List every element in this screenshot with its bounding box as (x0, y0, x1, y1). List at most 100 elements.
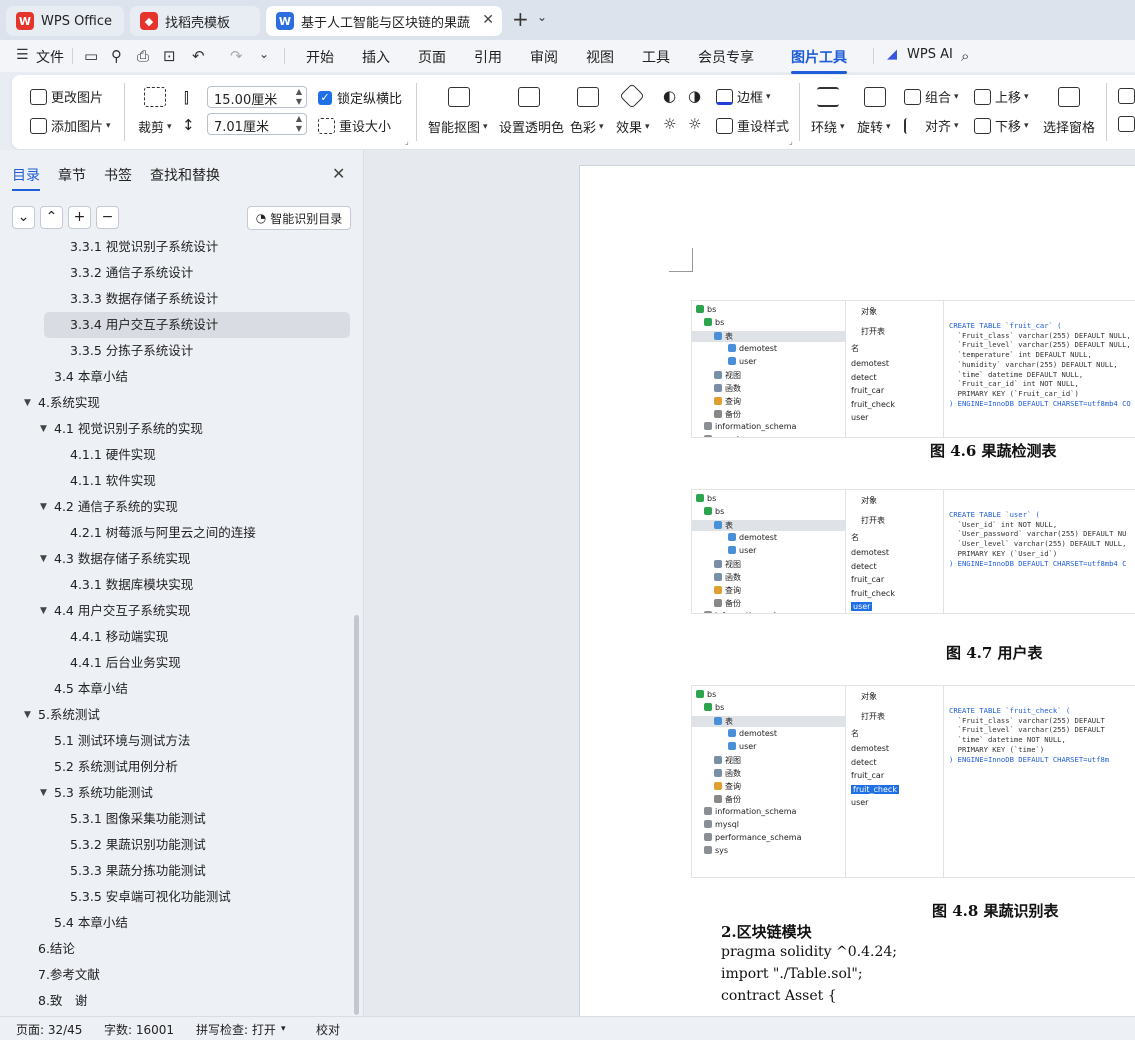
color-icon[interactable] (577, 87, 599, 107)
tree-node[interactable]: 查询 (714, 781, 741, 792)
figure-image[interactable]: bsbs表demotestuser视图函数查询备份information_sch… (691, 300, 1135, 438)
print-icon[interactable]: ⎙ (137, 47, 149, 65)
object-item[interactable]: fruit_check (851, 784, 899, 794)
object-item[interactable]: fruit_car (851, 575, 884, 584)
figure-image[interactable]: bsbs表demotestuser视图函数查询备份information_sch… (691, 489, 1135, 614)
toc-item[interactable]: 6.结论 (38, 936, 75, 962)
tab-find-replace[interactable]: 查找和替换 (150, 165, 220, 185)
page-count[interactable]: 页面: 32/45 (16, 1021, 82, 1038)
save-icon[interactable]: ▭ (84, 47, 98, 65)
toc-item[interactable]: 4.3 数据存储子系统实现 (54, 546, 190, 572)
toc-item[interactable]: 4.1.1 硬件实现 (70, 442, 156, 468)
tree-node[interactable]: 表 (692, 331, 846, 342)
tree-node[interactable]: user (728, 357, 756, 366)
tree-node[interactable]: bs (696, 494, 716, 503)
expand-arrow-icon[interactable]: ▼ (40, 788, 47, 798)
tree-node[interactable]: bs (696, 690, 716, 699)
more-icon[interactable] (1118, 88, 1135, 104)
width-input[interactable]: 15.00厘米 ▲ ▼ (207, 86, 307, 108)
tree-node[interactable]: demotest (728, 729, 777, 738)
wrap-button[interactable]: 环绕 ▾ (811, 117, 845, 136)
object-item[interactable]: demotest (851, 744, 889, 753)
open-table-button[interactable]: 打开表 (861, 711, 885, 722)
tree-node[interactable]: 表 (692, 716, 846, 727)
tree-node[interactable]: mysql (704, 820, 739, 829)
tree-node[interactable]: 视图 (714, 370, 741, 381)
spin-arrows-icon[interactable]: ▲ ▼ (296, 114, 302, 134)
bring-forward-button[interactable]: 上移 ▾ (974, 87, 1029, 106)
tree-node[interactable]: information_schema (704, 807, 796, 816)
add-heading-icon[interactable]: + (68, 206, 91, 229)
tab-toc[interactable]: 目录 (12, 165, 40, 191)
expand-arrow-icon[interactable]: ▼ (40, 424, 47, 434)
menu-review[interactable]: 审阅 (530, 47, 558, 67)
crop-icon[interactable] (144, 87, 166, 107)
toc-item[interactable]: 5.3 系统功能测试 (54, 780, 153, 806)
toc-item[interactable]: 4.3.1 数据库模块实现 (70, 572, 193, 598)
reset-style-button[interactable]: 重设样式 (716, 116, 789, 135)
menu-file[interactable]: 文件 (36, 47, 64, 67)
more-quick-icon[interactable]: ⌄ (259, 47, 269, 61)
rotate-icon[interactable] (864, 87, 886, 107)
height-input[interactable]: 7.01厘米 ▲ ▼ (207, 113, 307, 135)
toc-item[interactable]: 7.参考文献 (38, 962, 100, 988)
figure-image[interactable]: bsbs表demotestuser视图函数查询备份information_sch… (691, 685, 1135, 878)
resize-button[interactable]: 重设大小 (318, 116, 391, 135)
select-pane-button[interactable]: 选择窗格 (1043, 117, 1095, 136)
toc-item[interactable]: 3.3.1 视觉识别子系统设计 (70, 240, 218, 260)
object-item[interactable]: detect (851, 373, 877, 382)
object-item[interactable]: user (851, 798, 868, 807)
smart-toc-button[interactable]: ◔ 智能识别目录 (247, 206, 351, 230)
toc-item[interactable]: 4.5 本章小结 (54, 676, 128, 702)
expand-dialog-icon[interactable]: ⌟ (405, 137, 409, 146)
expand-arrow-icon[interactable]: ▼ (24, 710, 31, 720)
object-item[interactable]: fruit_car (851, 771, 884, 780)
contrast-icon[interactable]: ◑ (688, 87, 701, 105)
toc-item[interactable]: 3.3.5 分拣子系统设计 (70, 338, 193, 364)
tree-node[interactable]: bs (704, 507, 724, 516)
toc-item[interactable]: 4.2.1 树莓派与阿里云之间的连接 (70, 520, 256, 546)
set-transparent-button[interactable]: 设置透明色 (499, 117, 564, 136)
tree-node[interactable]: user (728, 742, 756, 751)
tree-node[interactable]: information_schema (704, 611, 796, 613)
new-tab-icon[interactable]: + (512, 9, 529, 29)
select-pane-icon[interactable] (1058, 87, 1080, 107)
transparent-color-icon[interactable] (518, 87, 540, 107)
effects-button[interactable]: 效果 ▾ (616, 117, 650, 136)
brightness-up-icon[interactable]: ◐ (663, 87, 676, 105)
smart-cutout-button[interactable]: 智能抠图 ▾ (428, 117, 488, 136)
remove-heading-icon[interactable]: − (96, 206, 119, 229)
expand-up-icon[interactable]: ⌃ (40, 206, 63, 229)
send-backward-button[interactable]: 下移 ▾ (974, 116, 1029, 135)
tree-node[interactable]: 查询 (714, 585, 741, 596)
tree-node[interactable]: bs (704, 703, 724, 712)
toc-item[interactable]: 4.1 视觉识别子系统的实现 (54, 416, 203, 442)
search-icon[interactable]: ⌕ (961, 47, 969, 65)
tab-document[interactable]: W 基于人工智能与区块链的果蔬 ✕ (266, 6, 502, 36)
add-image-button[interactable]: 添加图片 ▾ (30, 116, 111, 135)
hamburger-icon[interactable]: ☰ (16, 47, 29, 63)
toc-item[interactable]: 5.4 本章小结 (54, 910, 128, 936)
tree-node[interactable]: demotest (728, 533, 777, 542)
object-item[interactable]: demotest (851, 359, 889, 368)
panel-scrollbar[interactable] (354, 615, 359, 1015)
brightness-down-icon[interactable]: ☼ (663, 115, 676, 133)
open-table-button[interactable]: 打开表 (861, 515, 885, 526)
group-button[interactable]: 组合 ▾ (904, 87, 959, 106)
tree-node[interactable]: 备份 (714, 794, 741, 805)
toc-item[interactable]: 8.致 谢 (38, 988, 87, 1014)
toc-item[interactable]: 5.3.2 果蔬识别功能测试 (70, 832, 206, 858)
tree-node[interactable]: 查询 (714, 396, 741, 407)
menu-wps-ai[interactable]: WPS AI (907, 47, 953, 62)
menu-insert[interactable]: 插入 (362, 47, 390, 67)
tree-node[interactable]: 备份 (714, 409, 741, 420)
expand-arrow-icon[interactable]: ▼ (40, 502, 47, 512)
tab-docer-templates[interactable]: ◆ 找稻壳模板 (130, 6, 260, 36)
toc-item[interactable]: 4.4 用户交互子系统实现 (54, 598, 190, 624)
toc-item[interactable]: 4.系统实现 (38, 390, 100, 416)
spell-check[interactable]: 拼写检查: 打开 (196, 1021, 276, 1038)
contrast-down-icon[interactable]: ☼ (688, 115, 701, 133)
tree-node[interactable]: demotest (728, 344, 777, 353)
object-item[interactable]: user (851, 413, 868, 422)
menu-picture-tools[interactable]: 图片工具 (791, 47, 847, 74)
